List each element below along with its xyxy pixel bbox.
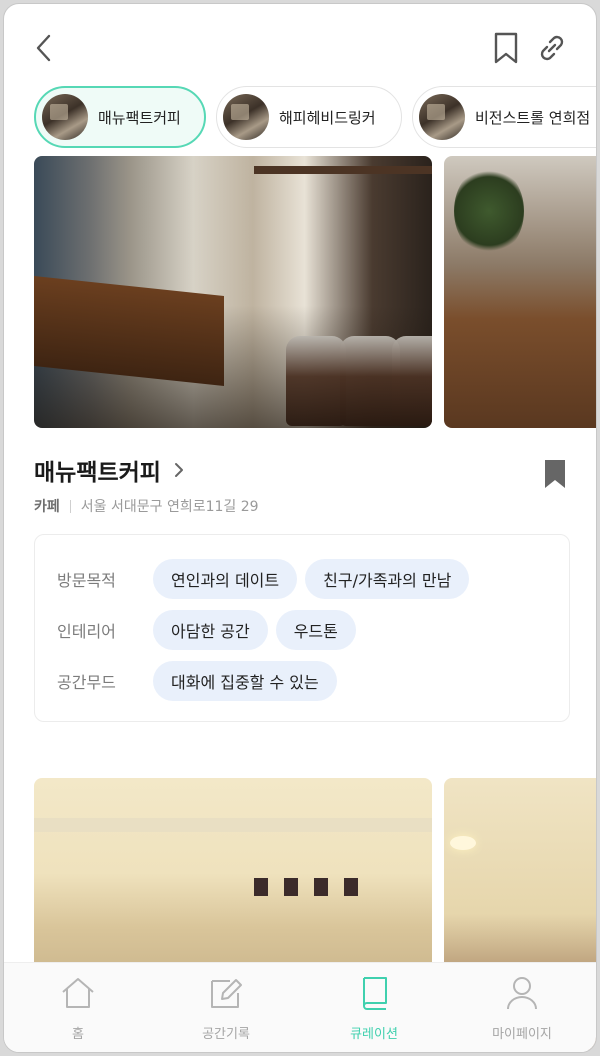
lamp-shape (450, 836, 476, 850)
tag-summary-box: 방문목적 연인과의 데이트 친구/가족과의 만남 인테리어 아담한 공간 우드톤… (34, 534, 570, 722)
tab-label: 큐레이션 (350, 1027, 398, 1042)
tag-row-interior: 인테리어 아담한 공간 우드톤 (57, 610, 364, 650)
place-chip-1[interactable]: 매뉴팩트커피 (34, 86, 206, 148)
chevron-right-icon (173, 460, 193, 480)
tag-chip: 대화에 집중할 수 있는 (153, 661, 337, 701)
book-icon (354, 973, 394, 1013)
table-shape (34, 276, 224, 386)
place-address: 서울 서대문구 연희로11길 29 (80, 499, 259, 515)
place-thumbnail (419, 94, 465, 140)
tag-row-mood: 공간무드 대화에 집중할 수 있는 (57, 661, 345, 701)
share-link-button[interactable] (532, 28, 572, 68)
person-icon (502, 973, 542, 1013)
beam-shape (34, 818, 432, 832)
jar-shape (340, 336, 400, 426)
tag-chip: 연인과의 데이트 (153, 559, 298, 599)
place-chip-3[interactable]: 비전스트롤 연희점 (412, 86, 596, 148)
place-thumbnail (42, 94, 88, 140)
place-thumbnail (223, 94, 269, 140)
top-bar (4, 4, 596, 84)
tag-row-label: 방문목적 (57, 571, 116, 590)
home-icon (58, 973, 98, 1013)
poster-shape (254, 878, 268, 896)
chevron-left-icon (36, 34, 51, 62)
place-meta: 카페 서울 서대문구 연희로11길 29 (34, 496, 574, 516)
tab-label: 마이페이지 (492, 1027, 552, 1042)
tag-row-label: 공간무드 (57, 673, 116, 692)
app-screen: 매뉴팩트커피 해피헤비드링커 비전스트롤 연희점 매뉴팩트커피 카페 서울 서대… (3, 3, 597, 1053)
place-info: 매뉴팩트커피 카페 서울 서대문구 연희로11길 29 (34, 450, 574, 516)
place-title-row[interactable]: 매뉴팩트커피 (34, 450, 574, 490)
chip-label: 매뉴팩트커피 (98, 108, 181, 127)
tag-chip: 우드톤 (275, 610, 356, 650)
tag-chip: 아담한 공간 (153, 610, 268, 650)
photo-carousel[interactable] (34, 156, 596, 428)
bookmark-button[interactable] (488, 28, 524, 68)
tab-space-record[interactable]: 공간기록 (152, 963, 300, 1052)
tab-curation[interactable]: 큐레이션 (300, 963, 448, 1052)
place-photo[interactable] (444, 156, 596, 428)
bottom-tab-bar: 홈 공간기록 큐레이션 마이페이지 (4, 962, 596, 1052)
place-photo[interactable] (34, 156, 432, 428)
link-icon (540, 35, 564, 61)
plant-shape (454, 166, 524, 256)
chip-label: 비전스트롤 연희점 (475, 108, 591, 127)
divider (69, 499, 71, 513)
jar-shape (286, 336, 346, 426)
tag-row-label: 인테리어 (57, 622, 116, 641)
place-name: 매뉴팩트커피 (34, 459, 161, 485)
edit-note-icon (206, 973, 246, 1013)
back-button[interactable] (26, 28, 62, 68)
poster-shape (344, 878, 358, 896)
tab-home[interactable]: 홈 (4, 963, 152, 1052)
place-category: 카페 (34, 499, 60, 515)
tab-label: 공간기록 (202, 1027, 250, 1042)
bookmark-filled-icon (545, 460, 565, 488)
poster-shape (314, 878, 328, 896)
tag-chip: 친구/가족과의 만남 (305, 559, 470, 599)
tab-my-page[interactable]: 마이페이지 (448, 963, 596, 1052)
tab-label: 홈 (72, 1027, 84, 1042)
shelf-shape (254, 166, 432, 174)
poster-shape (284, 878, 298, 896)
chip-label: 해피헤비드링커 (279, 108, 376, 127)
place-chip-list: 매뉴팩트커피 해피헤비드링커 비전스트롤 연희점 (34, 86, 596, 150)
bookmark-outline-icon (494, 32, 518, 64)
tag-row-purpose: 방문목적 연인과의 데이트 친구/가족과의 만남 (57, 559, 477, 599)
place-bookmark-button[interactable] (542, 458, 568, 490)
place-chip-2[interactable]: 해피헤비드링커 (216, 86, 402, 148)
jar-shape (392, 336, 432, 426)
